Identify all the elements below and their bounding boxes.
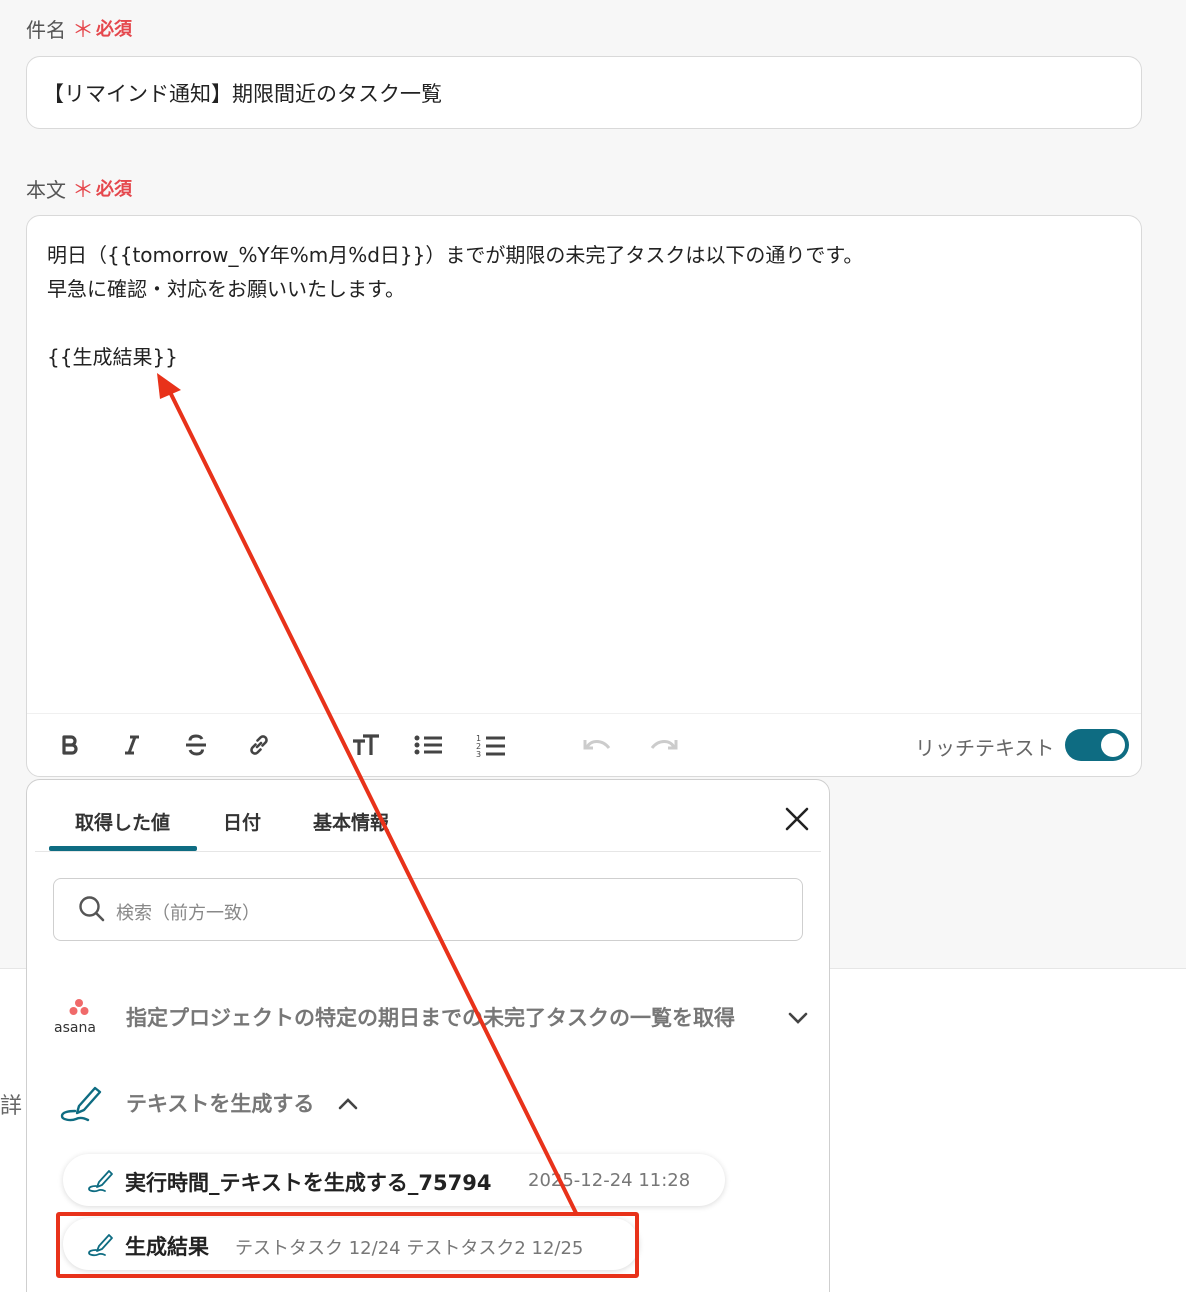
body-editor-content[interactable]: 明日（{{tomorrow_%Y年%m月%d日}}）までが期限の未完了タスクは以… xyxy=(47,238,863,374)
subject-input-value: 【リマインド通知】期限間近のタスク一覧 xyxy=(43,81,442,106)
bullet-list-icon[interactable] xyxy=(411,728,445,762)
group-title: 指定プロジェクトの特定の期日までの未完了タスクの一覧を取得 xyxy=(126,1006,735,1030)
text-size-icon[interactable] xyxy=(349,728,383,762)
group-text-generation[interactable]: テキストを生成する xyxy=(27,1076,831,1136)
required-badge: 必須 xyxy=(96,19,133,40)
body-label: 本文 ＊ 必須 xyxy=(26,172,132,204)
svg-text:asana: asana xyxy=(54,1020,96,1036)
close-icon[interactable] xyxy=(780,802,814,836)
required-star-icon: ＊ xyxy=(72,178,95,203)
italic-icon[interactable] xyxy=(115,728,149,762)
page: 件名 ＊ 必須 【リマインド通知】期限間近のタスク一覧 本文 ＊ 必須 明日（{… xyxy=(0,0,1186,1292)
body-line: 早急に確認・対応をお願いいたします。 xyxy=(47,277,405,301)
toggle-knob xyxy=(1101,733,1125,757)
active-tab-indicator xyxy=(49,846,197,851)
pencil-icon xyxy=(87,1166,117,1198)
numbered-list-icon[interactable]: 123 xyxy=(474,728,508,762)
rich-text-label: リッチテキスト xyxy=(915,736,1055,760)
body-label-text: 本文 xyxy=(26,177,66,202)
body-line: 明日（{{tomorrow_%Y年%m月%d日}}）までが期限の未完了タスクは以… xyxy=(47,243,864,267)
annotation-highlight-box xyxy=(56,1212,639,1278)
rich-text-toggle[interactable] xyxy=(1065,729,1129,761)
details-label-fragment: 詳 xyxy=(0,1094,23,1119)
variable-item-title: 実行時間_テキストを生成する_75794 xyxy=(125,1171,492,1195)
pencil-icon xyxy=(57,1078,105,1130)
tab-basic-info[interactable]: 基本情報 xyxy=(313,808,389,835)
required-badge: 必須 xyxy=(96,179,133,200)
variable-item[interactable]: 実行時間_テキストを生成する_75794 2025-12-24 11:28 xyxy=(63,1154,725,1206)
bold-icon[interactable] xyxy=(53,728,87,762)
search-placeholder: 検索（前方一致） xyxy=(116,903,260,924)
chevron-down-icon[interactable] xyxy=(787,1010,809,1029)
subject-input[interactable]: 【リマインド通知】期限間近のタスク一覧 xyxy=(26,56,1142,129)
body-line: {{生成結果}} xyxy=(47,345,178,369)
body-line xyxy=(47,306,863,340)
link-icon[interactable] xyxy=(242,728,276,762)
variable-item-value: 2025-12-24 11:28 xyxy=(528,1170,691,1191)
subject-label: 件名 ＊ 必須 xyxy=(26,12,132,44)
group-asana[interactable]: asana 指定プロジェクトの特定の期日までの未完了タスクの一覧を取得 xyxy=(27,992,831,1052)
required-star-icon: ＊ xyxy=(72,18,95,43)
search-icon xyxy=(78,895,106,927)
chevron-up-icon[interactable] xyxy=(337,1096,359,1115)
asana-logo-icon: asana xyxy=(53,996,105,1040)
search-input[interactable]: 検索（前方一致） xyxy=(53,878,803,941)
group-title: テキストを生成する xyxy=(126,1092,315,1116)
undo-icon[interactable] xyxy=(581,728,615,762)
strikethrough-icon[interactable] xyxy=(179,728,213,762)
editor-toolbar: 123 リッチテキスト xyxy=(27,713,1141,776)
svg-text:3: 3 xyxy=(476,750,481,758)
tab-retrieved-values[interactable]: 取得した値 xyxy=(75,808,170,835)
tab-date[interactable]: 日付 xyxy=(223,808,261,835)
subject-label-text: 件名 xyxy=(26,17,66,42)
body-editor[interactable]: 明日（{{tomorrow_%Y年%m月%d日}}）までが期限の未完了タスクは以… xyxy=(26,215,1142,777)
popup-tabs: 取得した値 日付 基本情報 xyxy=(35,780,821,852)
redo-icon[interactable] xyxy=(646,728,680,762)
